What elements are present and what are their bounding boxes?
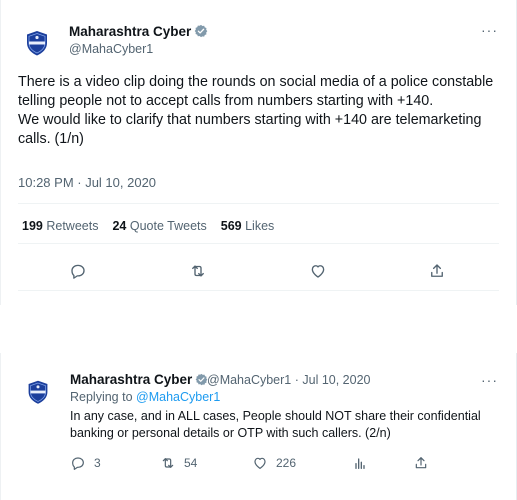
reply-icon — [72, 457, 84, 470]
author-name-text: Maharashtra Cyber — [70, 372, 193, 387]
likes-label: Likes — [245, 219, 275, 233]
avatar[interactable] — [22, 376, 56, 410]
tweet-timestamp[interactable]: 10:28 PM · Jul 10, 2020 — [18, 175, 156, 190]
tweet-actions — [0, 259, 517, 283]
like-button[interactable] — [306, 259, 330, 283]
reply-icon — [71, 264, 85, 279]
tweet-text-line: There is a video clip doing the rounds o… — [18, 74, 494, 109]
divider — [18, 290, 499, 291]
thread-gap — [0, 305, 517, 353]
more-options-icon[interactable]: ··· — [481, 22, 498, 38]
likes-stat[interactable]: 569 Likes — [221, 219, 275, 233]
tweet-actions: 3 54 226 — [0, 455, 517, 473]
like-button[interactable]: 226 — [252, 455, 296, 471]
tweet-stats: 199 Retweets 24 Quote Tweets 569 Likes — [22, 219, 288, 233]
replying-to: Replying to @MahaCyber1 — [70, 390, 220, 404]
quote-count: 24 — [112, 219, 127, 233]
main-tweet[interactable]: Maharashtra Cyber @MahaCyber1 ··· There … — [0, 0, 517, 305]
retweet-button[interactable] — [186, 259, 210, 283]
author-name[interactable]: Maharashtra Cyber — [69, 24, 208, 39]
retweets-stat[interactable]: 199 Retweets — [22, 219, 98, 233]
share-icon — [431, 264, 443, 277]
police-shield-logo-icon — [22, 376, 54, 408]
retweet-icon — [162, 458, 174, 468]
divider — [18, 203, 499, 204]
like-count: 226 — [276, 456, 297, 470]
replying-prefix: Replying to — [70, 390, 133, 404]
retweet-count: 54 — [184, 456, 198, 470]
quote-tweets-stat[interactable]: 24 Quote Tweets — [112, 219, 206, 233]
share-button[interactable] — [413, 455, 437, 471]
like-icon — [254, 457, 266, 469]
author-name-text: Maharashtra Cyber — [69, 24, 192, 39]
verified-badge-icon — [195, 24, 208, 38]
avatar[interactable] — [20, 26, 54, 60]
analytics-button[interactable] — [352, 455, 376, 471]
share-icon — [415, 457, 427, 469]
retweets-count: 199 — [22, 219, 43, 233]
reply-button[interactable]: 3 — [70, 455, 101, 471]
quote-label: Quote Tweets — [129, 219, 207, 233]
analytics-icon — [355, 458, 365, 469]
reply-button[interactable] — [66, 259, 90, 283]
reply-count: 3 — [94, 456, 101, 470]
replying-handle-link[interactable]: @MahaCyber1 — [136, 390, 220, 404]
like-icon — [311, 265, 325, 278]
author-handle-and-date[interactable]: @MahaCyber1 · Jul 10, 2020 — [207, 373, 370, 387]
tweet-text: There is a video clip doing the rounds o… — [18, 73, 498, 149]
police-shield-logo-icon — [20, 26, 54, 60]
divider — [18, 243, 499, 244]
tweet-text-line: We would like to clarify that numbers st… — [18, 112, 482, 147]
tweet-text: In any case, and in ALL cases, People sh… — [70, 409, 481, 440]
retweet-button[interactable]: 54 — [160, 455, 197, 471]
share-button[interactable] — [425, 259, 449, 283]
retweet-icon — [192, 265, 204, 277]
more-options-icon[interactable]: ··· — [481, 372, 498, 388]
retweets-label: Retweets — [46, 219, 99, 233]
author-handle[interactable]: @MahaCyber1 — [69, 42, 153, 56]
author-name[interactable]: Maharashtra Cyber — [70, 372, 208, 387]
likes-count: 569 — [220, 219, 242, 233]
